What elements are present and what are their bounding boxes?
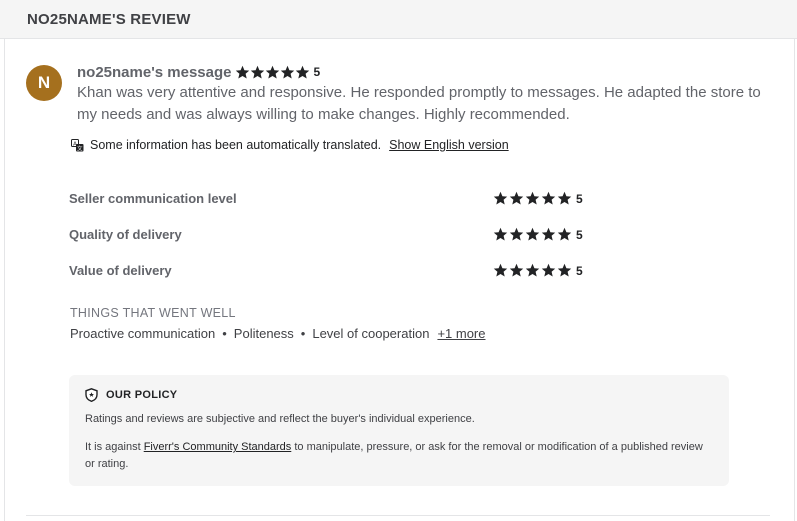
star-icon [541, 263, 556, 278]
rating-row-value: Value of delivery 5 [69, 262, 599, 280]
bullet-separator: • [300, 326, 306, 341]
rating-label: Value of delivery [69, 263, 172, 278]
svg-text:文: 文 [77, 144, 83, 152]
divider [26, 515, 770, 516]
went-well-title: THINGS THAT WENT WELL [70, 306, 236, 320]
frame-border-left [4, 39, 5, 521]
went-well-item: Level of cooperation [312, 326, 430, 341]
show-more-link[interactable]: +1 more [437, 326, 485, 341]
rating-stars: 5 [493, 227, 583, 242]
policy-text-before: It is against [85, 441, 144, 453]
frame-border-right [794, 39, 795, 521]
went-well-item: Proactive communication [70, 326, 216, 341]
star-icon [493, 263, 508, 278]
star-icon [525, 263, 540, 278]
star-icon [493, 191, 508, 206]
rating-score: 5 [576, 191, 583, 206]
star-rating [493, 227, 573, 242]
review-star-rating [235, 65, 310, 80]
star-icon [295, 65, 310, 80]
star-icon [265, 65, 280, 80]
star-icon [250, 65, 265, 80]
star-icon [509, 227, 524, 242]
show-english-version-link[interactable]: Show English version [389, 138, 509, 152]
review-header: NO25NAME'S REVIEW [0, 0, 797, 39]
policy-title: OUR POLICY [106, 389, 178, 401]
star-icon [557, 227, 572, 242]
star-icon [557, 263, 572, 278]
community-standards-link[interactable]: Fiverr's Community Standards [144, 441, 292, 453]
policy-heading: OUR POLICY [85, 388, 177, 402]
star-icon [541, 227, 556, 242]
policy-box: OUR POLICY Ratings and reviews are subje… [69, 375, 729, 486]
star-icon [525, 227, 540, 242]
star-icon [493, 227, 508, 242]
rating-label: Seller communication level [69, 191, 237, 206]
shield-star-icon [85, 388, 98, 402]
rating-stars: 5 [493, 263, 583, 278]
star-icon [280, 65, 295, 80]
star-icon [235, 65, 250, 80]
translate-icon: A 文 [71, 138, 84, 152]
rating-stars: 5 [493, 191, 583, 206]
star-icon [525, 191, 540, 206]
went-well-list: Proactive communication • Politeness • L… [70, 326, 486, 341]
review-body: Khan was very attentive and responsive. … [77, 84, 761, 123]
review-title: no25name's message [77, 63, 232, 81]
review-heading: no25name's message 5 [77, 63, 320, 81]
went-well-item: Politeness [233, 326, 294, 341]
rating-score: 5 [576, 227, 583, 242]
star-icon [557, 191, 572, 206]
star-icon [509, 263, 524, 278]
bullet-separator: • [222, 326, 227, 341]
rating-score: 5 [576, 263, 583, 278]
rating-row-communication: Seller communication level 5 [69, 190, 599, 208]
star-icon [541, 191, 556, 206]
avatar: N [26, 65, 62, 101]
rating-row-quality: Quality of delivery 5 [69, 226, 599, 244]
star-icon [509, 191, 524, 206]
translation-notice: A 文 Some information has been automatica… [71, 138, 509, 152]
star-rating [493, 263, 573, 278]
review-score: 5 [313, 65, 321, 79]
policy-text: Ratings and reviews are subjective and r… [85, 413, 475, 425]
translation-notice-text: Some information has been automatically … [90, 138, 382, 152]
policy-text-standards: It is against Fiverr's Community Standar… [85, 439, 715, 473]
rating-label: Quality of delivery [69, 227, 182, 242]
review-header-title: NO25NAME'S REVIEW [27, 11, 191, 28]
star-rating [493, 191, 573, 206]
